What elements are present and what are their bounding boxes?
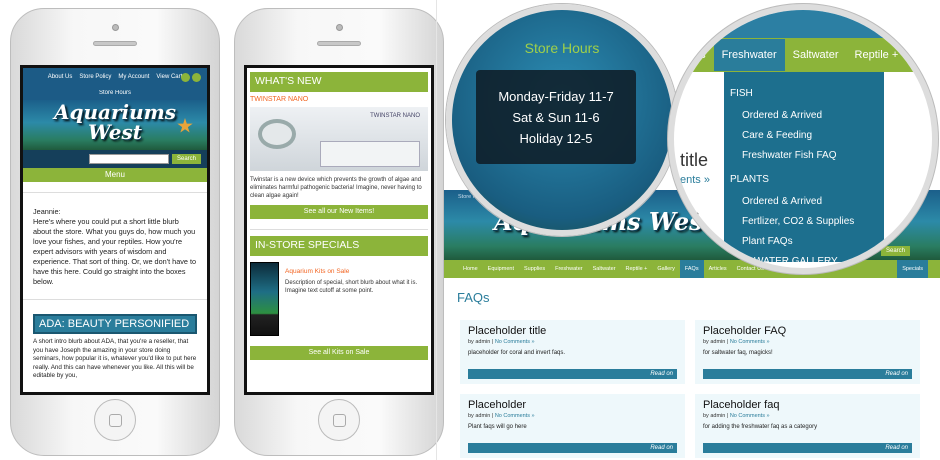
tab-reptile[interactable]: Reptile +	[847, 49, 907, 61]
faq-card: Placeholder by admin | No Comments » Pla…	[460, 394, 685, 458]
faq-title[interactable]: Placeholder FAQ	[703, 325, 912, 337]
faq-title[interactable]: Placeholder faq	[703, 399, 912, 411]
phone-screen-2: WHAT'S NEW TWINSTAR NANO TWINSTAR NANO T…	[244, 65, 434, 395]
page-title: FAQs	[457, 290, 490, 305]
specials-heading: IN-STORE SPECIALS	[250, 236, 428, 256]
faq-desc: placeholder for coral and invert faqs.	[468, 350, 566, 356]
divider	[436, 0, 437, 460]
nav-faqs[interactable]: FAQs	[679, 260, 704, 278]
facebook-icon[interactable]	[181, 73, 190, 82]
comments-link[interactable]: No Comments »	[495, 413, 535, 419]
faq-desc: for adding the freshwater faq as a categ…	[703, 424, 818, 430]
nav-articles[interactable]: Articles	[704, 260, 732, 278]
menu-plants-ordered[interactable]: Ordered & Arrived	[742, 196, 822, 207]
nav-equipment[interactable]: Equipment	[483, 260, 519, 278]
intro-text: Here's where you could put a short littl…	[33, 217, 197, 286]
camera-icon	[336, 24, 343, 31]
menu-plants-fertlizer[interactable]: Fertlizer, CO2 & Supplies	[742, 216, 854, 227]
nav-freshwater[interactable]: Freshwater	[550, 260, 588, 278]
faq-card: Placeholder faq by admin | No Comments »…	[695, 394, 920, 458]
faq-grid: Placeholder title by admin | No Comments…	[460, 320, 930, 458]
faq-title[interactable]: Placeholder	[468, 399, 677, 411]
search-button[interactable]: Search	[171, 154, 201, 164]
faq-card: Placeholder FAQ by admin | No Comments »…	[695, 320, 920, 384]
brand-label: TWINSTAR NANO	[370, 113, 420, 119]
see-kits-button[interactable]: See all Kits on Sale	[250, 346, 428, 360]
kit-desc: Description of special, short blurb abou…	[285, 280, 418, 294]
comments-link[interactable]: No Comments »	[730, 413, 770, 419]
top-nav: About Us Store Policy My Account View Ca…	[23, 68, 207, 90]
product-title[interactable]: TWINSTAR NANO	[250, 96, 428, 103]
menu-plants-faq[interactable]: Plant FAQs	[742, 236, 793, 247]
nav-home[interactable]: Home	[458, 260, 483, 278]
read-on-button[interactable]: Read on	[703, 369, 912, 379]
tab-saltwater[interactable]: Saltwater	[785, 49, 847, 61]
menu-button[interactable]: Menu	[23, 168, 207, 182]
desktop-search-button[interactable]: Search	[880, 246, 910, 256]
twitter-icon[interactable]	[192, 73, 201, 82]
comments-link[interactable]: No Comments »	[730, 339, 770, 345]
hours-weekend: Sat & Sun 11-6	[512, 110, 600, 125]
search-input[interactable]	[88, 154, 169, 164]
tab-freshwater[interactable]: Freshwater	[713, 39, 785, 71]
greeting: Jeannie:	[33, 207, 61, 216]
freshwater-dropdown: FISH Ordered & Arrived Care & Feeding Fr…	[724, 72, 884, 267]
faq-card: Placeholder title by admin | No Comments…	[460, 320, 685, 384]
home-button	[318, 399, 360, 441]
aquarium-kit-image[interactable]	[250, 262, 280, 336]
nav-saltwater[interactable]: Saltwater	[588, 260, 621, 278]
hours-weekday: Monday-Friday 11-7	[498, 89, 614, 104]
comments-link[interactable]: No Comments »	[495, 339, 535, 345]
nav-gallery[interactable]: Gallery	[652, 260, 679, 278]
phone-mockup-2: WHAT'S NEW TWINSTAR NANO TWINSTAR NANO T…	[234, 8, 444, 456]
read-on-button[interactable]: Read on	[468, 369, 677, 379]
nav-about[interactable]: About Us	[48, 74, 73, 90]
faq-desc: Plant faqs will go here	[468, 424, 527, 430]
see-new-button[interactable]: See all our New Items!	[250, 205, 428, 219]
ada-heading: ADA: BEAUTY PERSONIFIED	[33, 314, 197, 334]
menu-zoom: es Freshwater Saltwater Reptile + title …	[668, 4, 938, 274]
read-on-button[interactable]: Read on	[703, 443, 912, 453]
zoom-nav: es Freshwater Saltwater Reptile +	[674, 38, 932, 72]
nav-account[interactable]: My Account	[118, 74, 149, 90]
plants-heading: PLANTS	[730, 174, 769, 185]
store-hours-label[interactable]: Store Hours	[452, 40, 672, 56]
whats-new-heading: WHAT'S NEW	[250, 72, 428, 92]
home-button	[94, 399, 136, 441]
kit-title[interactable]: Aquarium Kits on Sale	[285, 268, 428, 275]
menu-gallery[interactable]: WATER GALLERY	[754, 256, 838, 267]
phone-mockup-1: About Us Store Policy My Account View Ca…	[10, 8, 220, 456]
faq-desc: for saltwater faq, magicks!	[703, 350, 773, 356]
nav-specials[interactable]: Specials	[897, 260, 928, 278]
menu-fish-ordered[interactable]: Ordered & Arrived	[742, 110, 822, 121]
fish-heading: FISH	[730, 88, 753, 99]
hours-tooltip: Monday-Friday 11-7 Sat & Sun 11-6 Holida…	[476, 70, 636, 164]
logo-line1: Aquariums	[53, 100, 177, 124]
nav-supplies[interactable]: Supplies	[519, 260, 550, 278]
nav-reptile[interactable]: Reptile +	[621, 260, 653, 278]
store-hours-zoom: Store Hours Monday-Friday 11-7 Sat & Sun…	[446, 4, 678, 236]
logo-banner[interactable]: Aquariums West	[23, 100, 207, 150]
speaker-icon	[93, 41, 137, 46]
ada-text: A short intro blurb about ADA, that you'…	[33, 338, 197, 379]
product-image[interactable]: TWINSTAR NANO	[250, 107, 428, 171]
menu-fish-faq[interactable]: Freshwater Fish FAQ	[742, 150, 836, 161]
speaker-icon	[317, 41, 361, 46]
content: Jeannie: Here's where you could put a sh…	[23, 182, 207, 392]
camera-icon	[112, 24, 119, 31]
hours-holiday: Holiday 12-5	[519, 131, 593, 146]
menu-fish-care[interactable]: Care & Feeding	[742, 130, 812, 141]
faq-title[interactable]: Placeholder title	[468, 325, 677, 337]
nav-cart[interactable]: View Cart	[156, 74, 182, 90]
store-hours-link[interactable]: Store Hours	[23, 90, 207, 100]
product-desc: Twinstar is a new device which prevents …	[250, 177, 422, 199]
search-bar: Search	[23, 150, 207, 168]
phone-screen-1: About Us Store Policy My Account View Ca…	[20, 65, 210, 395]
desktop-nav: Home Equipment Supplies Freshwater Saltw…	[444, 260, 940, 278]
read-on-button[interactable]: Read on	[468, 443, 677, 453]
nav-store-policy[interactable]: Store Policy	[79, 74, 111, 90]
